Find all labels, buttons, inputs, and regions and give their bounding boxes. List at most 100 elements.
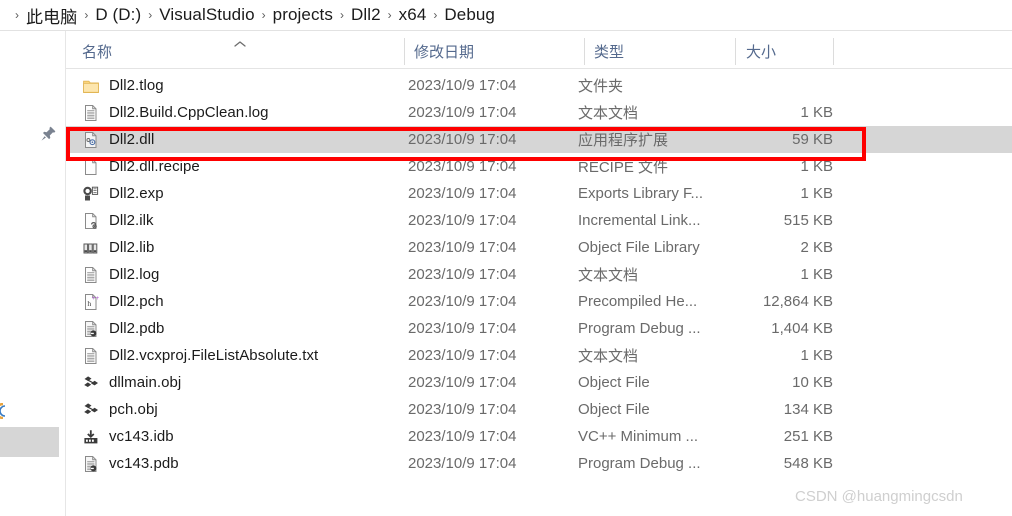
file-type-cell: Object File Library (578, 239, 700, 256)
breadcrumb-divider (0, 30, 1012, 31)
file-list[interactable]: Dll2.tlog 2023/10/9 17:04 文件夹 Dll2.Build.Cp… (66, 72, 1012, 492)
file-date-cell: 2023/10/9 17:04 (408, 239, 517, 256)
object-file-icon (84, 375, 98, 387)
file-name-cell[interactable]: Dll2.lib (66, 239, 396, 257)
file-name-cell[interactable]: Dll2.dll (66, 131, 396, 149)
file-name-label: Dll2.ilk (109, 212, 154, 229)
file-name-cell[interactable]: Dll2.log (66, 266, 396, 284)
table-row[interactable]: dllmain.obj 2023/10/9 17:04 Object File 10 … (66, 369, 1012, 396)
breadcrumb-item-2[interactable]: VisualStudio (159, 5, 254, 25)
file-date-cell: 2023/10/9 17:04 (408, 293, 517, 310)
file-name-cell[interactable]: Dll2.exp (66, 185, 396, 203)
file-date-cell: 2023/10/9 17:04 (408, 401, 517, 418)
file-name-cell[interactable]: pch.obj (66, 401, 396, 419)
file-date-cell: 2023/10/9 17:04 (408, 185, 517, 202)
file-size-cell: 1 KB (800, 347, 833, 364)
navigation-pane[interactable] (0, 31, 66, 516)
file-type-cell: 文本文档 (578, 348, 639, 365)
table-row[interactable]: Dll2.exp 2023/10/9 17:04 Exports Library F… (66, 180, 1012, 207)
file-date-cell: 2023/10/9 17:04 (408, 131, 517, 148)
table-row[interactable]: Dll2.Build.CppClean.log 2023/10/9 17:04 文本… (66, 99, 1012, 126)
column-header-type[interactable]: 类型 (594, 34, 734, 68)
program-debug-icon (85, 320, 97, 337)
exports-library-icon (83, 186, 99, 200)
file-type-cell: Precompiled He... (578, 293, 698, 310)
file-size-cell: 134 KB (783, 401, 833, 418)
file-name-cell[interactable]: Dll2.dll.recipe (66, 158, 396, 176)
svg-text:++: ++ (92, 294, 100, 301)
breadcrumb-item-1[interactable]: D (D:) (95, 5, 141, 25)
file-type-cell: 文本文档 (578, 105, 639, 122)
breadcrumb[interactable]: › 此电脑 › D (D:) › VisualStudio › projects › Dll2 › x… (0, 0, 1012, 30)
file-name-label: Dll2.dll (109, 131, 155, 148)
file-name-cell[interactable]: dllmain.obj (66, 374, 396, 392)
file-name-cell[interactable]: Dll2.tlog (66, 77, 396, 95)
table-row[interactable]: Dll2.pdb 2023/10/9 17:04 Program Debug ...… (66, 315, 1012, 342)
nav-selected-item[interactable] (0, 427, 59, 457)
file-name-cell[interactable]: Dll2.Build.CppClean.log (66, 104, 396, 122)
file-date-cell: 2023/10/9 17:04 (408, 374, 517, 391)
breadcrumb-separator-1: › (84, 8, 89, 22)
breadcrumb-item-5[interactable]: x64 (399, 5, 427, 25)
file-name-cell[interactable]: Dll2.pdb (66, 320, 396, 338)
file-size-cell: 548 KB (783, 455, 833, 472)
file-name-cell[interactable]: vc143.pdb (66, 455, 396, 473)
idb-icon (84, 429, 98, 443)
file-size-cell: 515 KB (783, 212, 833, 229)
file-name-cell[interactable]: Dll2.vcxproj.FileListAbsolute.txt (66, 347, 396, 365)
column-divider-4[interactable] (833, 38, 834, 65)
file-name-label: Dll2.exp (109, 185, 164, 202)
breadcrumb-item-4[interactable]: Dll2 (351, 5, 381, 25)
breadcrumb-item-0[interactable]: 此电脑 (26, 3, 77, 28)
file-type-cell: 应用程序扩展 (578, 132, 669, 149)
column-header-date-modified-label: 修改日期 (414, 43, 475, 61)
breadcrumb-separator-0: › (15, 8, 19, 22)
file-name-cell[interactable]: Dll2.ilk (66, 212, 396, 230)
column-divider-3[interactable] (735, 38, 736, 65)
column-header-size[interactable]: 大小 (746, 34, 836, 68)
text-document-icon (85, 266, 97, 283)
file-size-cell: 12,864 KB (762, 293, 833, 310)
column-divider-2[interactable] (584, 38, 585, 65)
file-size-cell: 10 KB (792, 374, 833, 391)
table-row[interactable]: Dll2.vcxproj.FileListAbsolute.txt 2023/10… (66, 342, 1012, 369)
file-size-cell: 1 KB (800, 104, 833, 121)
file-date-cell: 2023/10/9 17:04 (408, 212, 517, 229)
column-divider-1[interactable] (404, 38, 405, 65)
pushpin-icon[interactable] (38, 124, 58, 144)
table-row[interactable]: Dll2.dll.recipe 2023/10/9 17:04 RECIPE 文件 1… (66, 153, 1012, 180)
file-date-cell: 2023/10/9 17:04 (408, 266, 517, 283)
file-name-cell[interactable]: vc143.idb (66, 428, 396, 446)
file-size-cell: 2 KB (800, 239, 833, 256)
column-header-size-label: 大小 (746, 43, 777, 61)
table-row[interactable]: Dll2.log 2023/10/9 17:04 文本文档 1 KB (66, 261, 1012, 288)
file-size-cell: 59 KB (792, 131, 833, 148)
column-header-date-modified[interactable]: 修改日期 (414, 34, 584, 68)
breadcrumb-item-3[interactable]: projects (273, 5, 333, 25)
breadcrumb-item-6[interactable]: Debug (444, 5, 495, 25)
file-name-label: Dll2.tlog (109, 77, 164, 94)
sort-ascending-chevron-icon (232, 36, 248, 47)
table-row[interactable]: pch.obj 2023/10/9 17:04 Object File 134 KB (66, 396, 1012, 423)
file-name-label: Dll2.pch (109, 293, 164, 310)
text-document-icon (85, 347, 97, 364)
file-date-cell: 2023/10/9 17:04 (408, 455, 517, 472)
folder-icon (83, 80, 99, 93)
table-row[interactable]: Dll2.tlog 2023/10/9 17:04 文件夹 (66, 72, 1012, 99)
breadcrumb-separator-4: › (339, 8, 344, 22)
table-row[interactable]: vc143.idb 2023/10/9 17:04 VC++ Minimum ...… (66, 423, 1012, 450)
table-row[interactable]: Dll2.lib 2023/10/9 17:04 Object File Libra… (66, 234, 1012, 261)
file-name-cell[interactable]: h ++ Dll2.pch (66, 293, 396, 311)
file-name-label: Dll2.log (109, 266, 160, 283)
table-row[interactable]: vc143.pdb 2023/10/9 17:04 Program Debug ..… (66, 450, 1012, 477)
column-header-row[interactable]: 名称 修改日期 类型 大小 (66, 34, 1012, 68)
table-row[interactable]: h ++ Dll2.pch 2023/10/9 17:04 Precompiled He… (66, 288, 1012, 315)
table-row[interactable]: Dll2.ilk 2023/10/9 17:04 Incremental Link.… (66, 207, 1012, 234)
column-header-name-label: 名称 (82, 43, 113, 61)
file-name-label: Dll2.pdb (109, 320, 165, 337)
file-size-cell: 1 KB (800, 185, 833, 202)
blank-page-icon (85, 158, 97, 175)
table-row[interactable]: Dll2.dll 2023/10/9 17:04 应用程序扩展 59 KB (66, 126, 1012, 153)
file-name-label: dllmain.obj (109, 374, 182, 391)
file-date-cell: 2023/10/9 17:04 (408, 158, 517, 175)
